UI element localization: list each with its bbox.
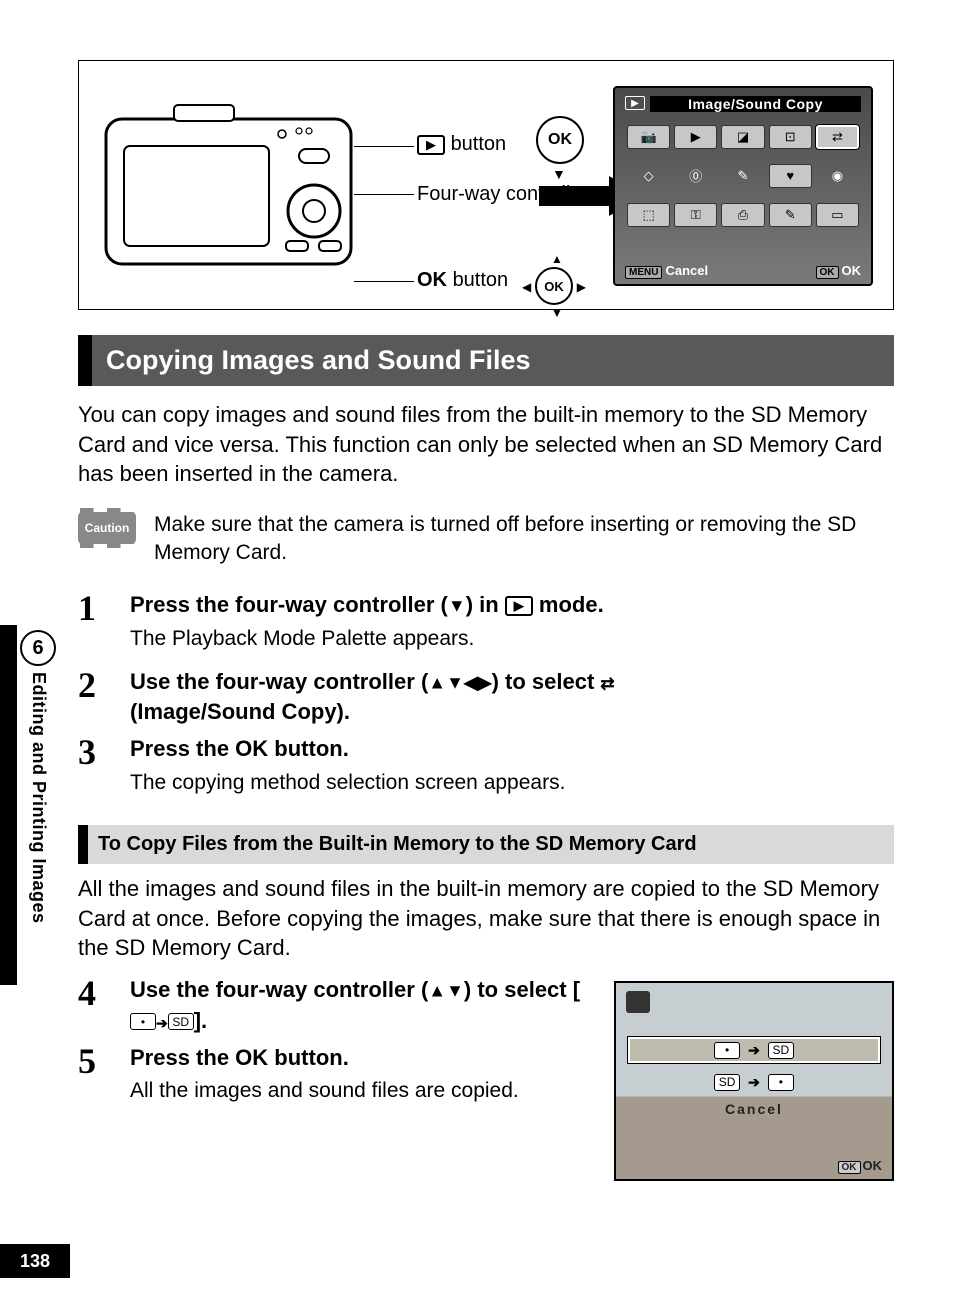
step-number: 2 <box>78 667 108 703</box>
lead-line <box>354 281 414 282</box>
step-heading: Use the four-way controller (▲▼◀▶) to se… <box>130 667 894 729</box>
step-number: 5 <box>78 1043 108 1079</box>
copy-option-sd-to-internal: SD➔ <box>628 1069 880 1095</box>
lcd-cancel-label: Cancel <box>628 1101 880 1117</box>
step-4: 4 Use the four-way controller (▲▼) to se… <box>78 975 600 1037</box>
lcd-ok-label: OKOK <box>838 1158 883 1173</box>
play-button-label: ▶ button <box>417 133 506 156</box>
chapter-number: 6 <box>20 630 56 666</box>
camera-diagram <box>104 101 354 271</box>
section-heading: Copying Images and Sound Files <box>78 335 894 386</box>
step-number: 1 <box>78 590 108 626</box>
manual-page: 6 Editing and Printing Images ▶ button F… <box>0 0 954 1314</box>
side-black-bar <box>0 625 17 985</box>
intro-paragraph: You can copy images and sound files from… <box>78 400 894 489</box>
four-way-icon: OK ▲ ▼ ◀ ▶ <box>524 256 584 316</box>
chapter-title: Editing and Printing Images <box>28 672 49 924</box>
internal-memory-icon <box>130 1013 156 1030</box>
step-number: 3 <box>78 734 108 770</box>
step-heading: Press the OK button. <box>130 1043 600 1074</box>
step-3: 3 Press the OK button. The copying metho… <box>78 734 894 805</box>
lead-line <box>354 194 414 195</box>
chapter-tab: 6 Editing and Printing Images <box>20 630 60 924</box>
step-1: 1 Press the four-way controller (▼) in ▶… <box>78 590 894 661</box>
step-subtext: The Playback Mode Palette appears. <box>130 627 894 651</box>
lcd-copy-screenshot: ➔SD SD➔ Cancel OKOK <box>614 981 894 1181</box>
step-heading: Press the OK button. <box>130 734 894 765</box>
label-text-ok: button <box>453 269 509 291</box>
lcd-palette-screenshot: ▶ Image/Sound Copy 📷▶◪⊡⇄ ◇⓪✎♥◉ ⬚⚿⎙✎▭ MEN… <box>613 86 873 286</box>
step-2: 2 Use the four-way controller (▲▼◀▶) to … <box>78 667 894 729</box>
ok-button-icon: OK <box>536 116 584 164</box>
lead-line <box>354 146 414 147</box>
step-5: 5 Press the OK button. All the images an… <box>78 1043 600 1114</box>
palette-icon-grid: 📷▶◪⊡⇄ ◇⓪✎♥◉ ⬚⚿⎙✎▭ <box>615 116 871 236</box>
step-heading: Use the four-way controller (▲▼) to sele… <box>130 975 600 1037</box>
steps-list: 1 Press the four-way controller (▼) in ▶… <box>78 590 894 805</box>
copy-option-internal-to-sd: ➔SD <box>628 1037 880 1063</box>
step-number: 4 <box>78 975 108 1011</box>
palette-bottom-bar: MENUCancel OKOK <box>625 263 861 278</box>
label-text-play: button <box>451 133 507 155</box>
caution-block: Caution Make sure that the camera is tur… <box>78 511 894 568</box>
caution-text: Make sure that the camera is turned off … <box>154 511 894 568</box>
step-heading: Press the four-way controller (▼) in ▶ m… <box>130 590 894 621</box>
figure-box: ▶ button Four-way controller OK button O… <box>78 60 894 310</box>
caution-icon: Caution <box>78 511 136 545</box>
copy-icon: ⇄ <box>600 674 614 693</box>
step-subtext: All the images and sound files are copie… <box>130 1079 600 1103</box>
play-icon: ▶ <box>417 135 445 155</box>
sub-intro-paragraph: All the images and sound files in the bu… <box>78 874 894 963</box>
page-number: 138 <box>0 1244 70 1278</box>
palette-title: Image/Sound Copy <box>650 96 861 112</box>
steps-4-5-block: 4 Use the four-way controller (▲▼) to se… <box>78 975 894 1181</box>
step-subtext: The copying method selection screen appe… <box>130 771 894 795</box>
copy-mode-icon <box>626 991 650 1013</box>
play-icon: ▶ <box>505 596 533 616</box>
sub-heading: To Copy Files from the Built-in Memory t… <box>78 825 894 864</box>
sd-card-icon: SD <box>168 1013 194 1030</box>
ok-button-label: OK button <box>417 269 508 292</box>
ok-inline: OK <box>417 269 447 291</box>
